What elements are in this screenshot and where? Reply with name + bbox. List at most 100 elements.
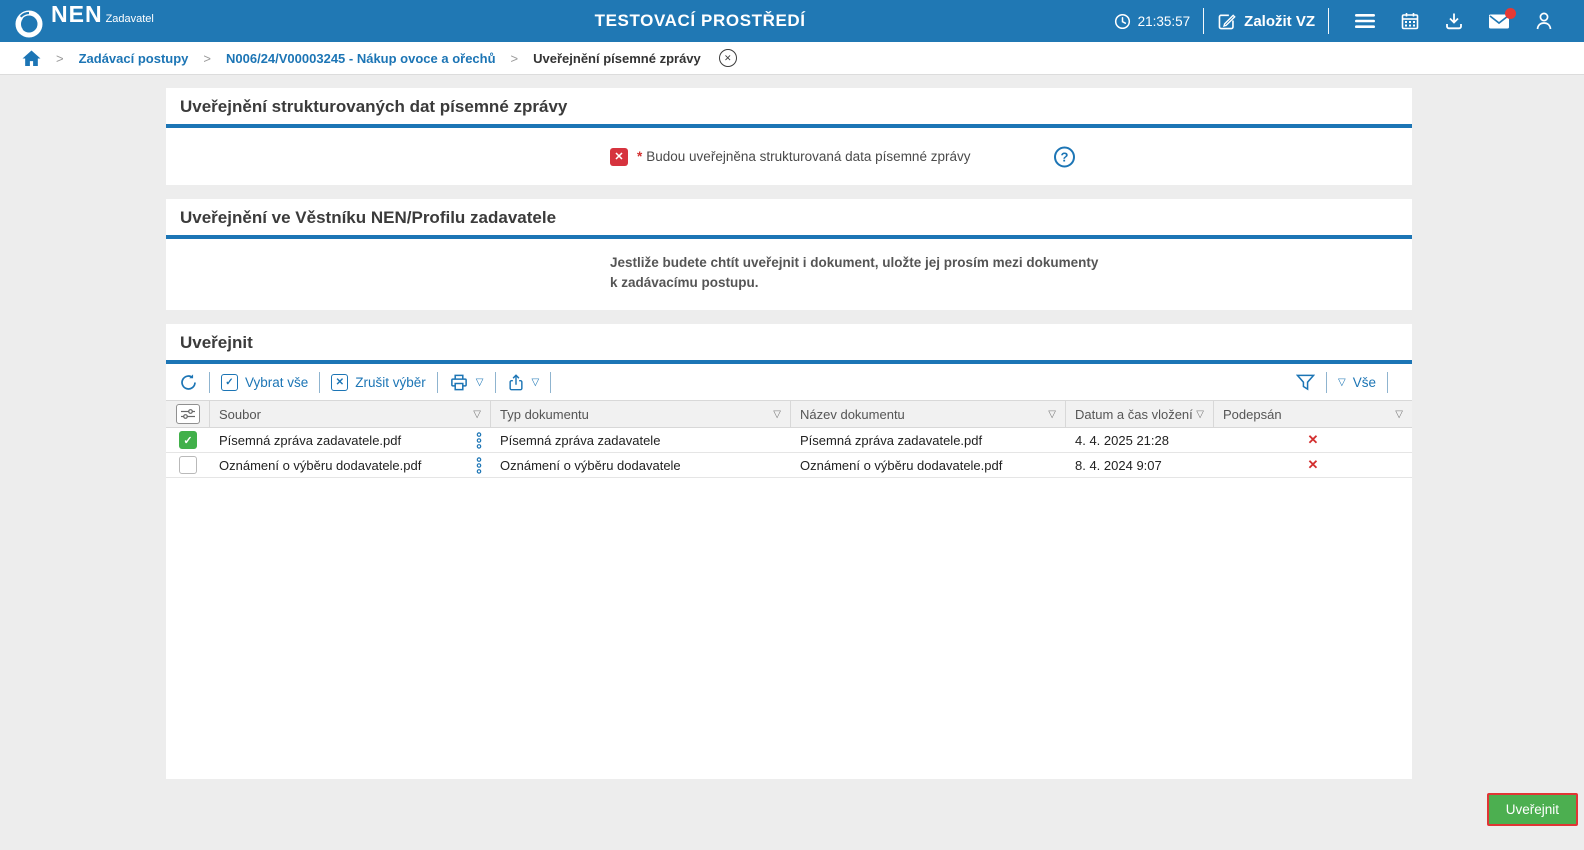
table-header-row: Soubor ▽ Typ dokumentu ▽ Název dokumentu ▽ … (166, 400, 1412, 429)
kebab-icon (476, 431, 482, 449)
checkbox-check-icon: ✓ (221, 373, 238, 391)
download-icon (1446, 13, 1462, 30)
nen-logo-icon (15, 10, 43, 38)
messages-button[interactable] (1488, 7, 1516, 30)
checkbox-x-icon: ✕ (331, 373, 349, 391)
printer-icon (450, 374, 467, 391)
table-row[interactable]: Oznámení o výběru dodavatele.pdf Oznámen… (166, 453, 1412, 479)
print-dropdown-arrow[interactable]: ▽ (476, 377, 484, 388)
cell-nazev-dokumentu: Oznámení o výběru dodavatele.pdf (800, 457, 1003, 473)
print-button[interactable]: ▽ (449, 373, 484, 392)
structured-data-label: * Budou uveřejněna strukturovaná data pís… (637, 149, 971, 164)
section-bulletin: Uveřejnění ve Věstníku NEN/Profilu zadav… (166, 199, 1412, 311)
menu-button[interactable] (1354, 12, 1376, 30)
divider (209, 371, 210, 393)
select-all-label: Vybrat vše (245, 374, 309, 390)
filter-button[interactable] (1296, 374, 1316, 391)
column-header-podepsan[interactable]: Podepsán (1223, 407, 1395, 422)
breadcrumb-item-zadavaci-postupy[interactable]: Zadávací postupy (79, 51, 189, 66)
cell-datum: 8. 4. 2024 9:07 (1075, 457, 1162, 473)
clear-selection-button[interactable]: ✕ Zrušit výběr (331, 373, 426, 391)
column-filter-datum[interactable]: ▽ (1196, 409, 1204, 420)
divider (436, 371, 438, 393)
column-header-soubor[interactable]: Soubor (219, 407, 473, 422)
row-menu-button[interactable] (476, 456, 482, 474)
session-time-value: 21:35:57 (1137, 13, 1191, 29)
section-publish-title: Uveřejnit (166, 324, 1412, 365)
breadcrumb-item-procedure[interactable]: N006/24/V00003245 - Nákup ovoce a ořechů (226, 51, 496, 66)
downloads-button[interactable] (1444, 11, 1464, 31)
divider (1203, 8, 1205, 34)
clock-icon (1114, 13, 1130, 29)
divider (550, 371, 552, 393)
column-filter-typ[interactable]: ▽ (773, 409, 781, 420)
user-button[interactable] (1534, 11, 1554, 31)
create-vz-label: Založit VZ (1244, 12, 1315, 30)
calendar-button[interactable] (1400, 11, 1420, 31)
table-settings-button[interactable] (175, 404, 200, 425)
environment-title: TESTOVACÍ PROSTŘEDÍ (594, 11, 806, 30)
column-header-typ-dokumentu[interactable]: Typ dokumentu (500, 407, 773, 422)
section-publish: Uveřejnit ✓ Vybrat vše ✕ Zrušit výběr ▽ … (166, 324, 1412, 780)
column-header-datum[interactable]: Datum a čas vložení (1075, 407, 1196, 422)
filter-scope-dropdown[interactable]: ▽ Vše (1338, 375, 1376, 390)
table-row[interactable]: ✓ Písemná zpráva zadavatele.pdf Písemná … (166, 428, 1412, 454)
filter-funnel-icon (1296, 374, 1316, 391)
not-signed-icon: ✕ (1307, 457, 1319, 473)
edit-icon (1218, 13, 1236, 29)
user-icon (1536, 12, 1552, 30)
not-signed-icon: ✕ (1307, 432, 1319, 448)
cell-typ-dokumentu: Oznámení o výběru dodavatele (500, 457, 681, 473)
divider (1326, 371, 1328, 393)
session-time: 21:35:57 (1114, 13, 1191, 30)
column-filter-podepsan[interactable]: ▽ (1395, 409, 1403, 420)
breadcrumb-separator: > (510, 50, 519, 66)
structured-data-checkbox[interactable]: ✕ (610, 147, 628, 166)
brand-subtitle: Zadavatel (105, 13, 154, 25)
row-checkbox-unchecked[interactable] (179, 456, 197, 475)
bulletin-note: Jestliže budete chtít uveřejnit i dokume… (166, 239, 1412, 310)
help-button[interactable]: ? (1054, 146, 1075, 167)
divider (319, 371, 321, 393)
export-dropdown-arrow[interactable]: ▽ (532, 377, 540, 388)
cell-datum: 4. 4. 2025 21:28 (1075, 432, 1169, 448)
bulletin-note-line1: Jestliže budete chtít uveřejnit i dokume… (610, 255, 1099, 270)
page-actions: Uveřejnit (166, 793, 1578, 827)
table-toolbar: ✓ Vybrat vše ✕ Zrušit výběr ▽ ▽ ▽ Vše (166, 364, 1412, 400)
home-button[interactable] (22, 49, 41, 67)
share-icon (508, 373, 523, 391)
export-button[interactable]: ▽ (507, 373, 540, 392)
select-all-button[interactable]: ✓ Vybrat vše (221, 373, 309, 391)
column-filter-soubor[interactable]: ▽ (473, 409, 481, 420)
column-filter-nazev[interactable]: ▽ (1048, 409, 1056, 420)
top-header: NEN Zadavatel TESTOVACÍ PROSTŘEDÍ 21:35:… (0, 0, 1584, 42)
cell-soubor: Písemná zpráva zadavatele.pdf (219, 432, 402, 448)
breadcrumb-item-current: Uveřejnění písemné zprávy (533, 50, 701, 66)
column-header-nazev-dokumentu[interactable]: Název dokumentu (800, 407, 1048, 422)
home-icon (22, 49, 41, 66)
table-empty-area (166, 478, 1412, 780)
unread-badge (1505, 7, 1516, 19)
cell-nazev-dokumentu: Písemná zpráva zadavatele.pdf (800, 432, 983, 448)
section-bulletin-title: Uveřejnění ve Věstníku NEN/Profilu zadav… (166, 199, 1412, 239)
scope-dropdown-arrow: ▽ (1338, 376, 1346, 388)
breadcrumb-separator: > (203, 50, 211, 66)
publish-button[interactable]: Uveřejnit (1486, 793, 1578, 827)
documents-table: Soubor ▽ Typ dokumentu ▽ Název dokumentu ▽ … (166, 400, 1412, 479)
brand[interactable]: NEN Zadavatel (14, 3, 154, 39)
row-checkbox-checked[interactable]: ✓ (179, 431, 197, 450)
close-page-button[interactable]: ✕ (718, 49, 737, 67)
section-structured-data: Uveřejnění strukturovaných dat písemné z… (166, 88, 1412, 185)
create-vz-button[interactable]: Založit VZ (1217, 12, 1315, 31)
refresh-button[interactable] (179, 373, 198, 392)
hamburger-icon (1355, 14, 1375, 28)
clear-selection-label: Zrušit výběr (355, 374, 426, 390)
cell-soubor: Oznámení o výběru dodavatele.pdf (219, 457, 422, 473)
calendar-icon (1401, 13, 1419, 30)
row-menu-button[interactable] (476, 431, 482, 449)
divider (1387, 371, 1388, 393)
required-asterisk: * (637, 149, 643, 164)
section-structured-title: Uveřejnění strukturovaných dat písemné z… (166, 88, 1412, 128)
brand-name: NEN (51, 1, 103, 27)
filter-scope-label: Vše (1352, 374, 1376, 390)
